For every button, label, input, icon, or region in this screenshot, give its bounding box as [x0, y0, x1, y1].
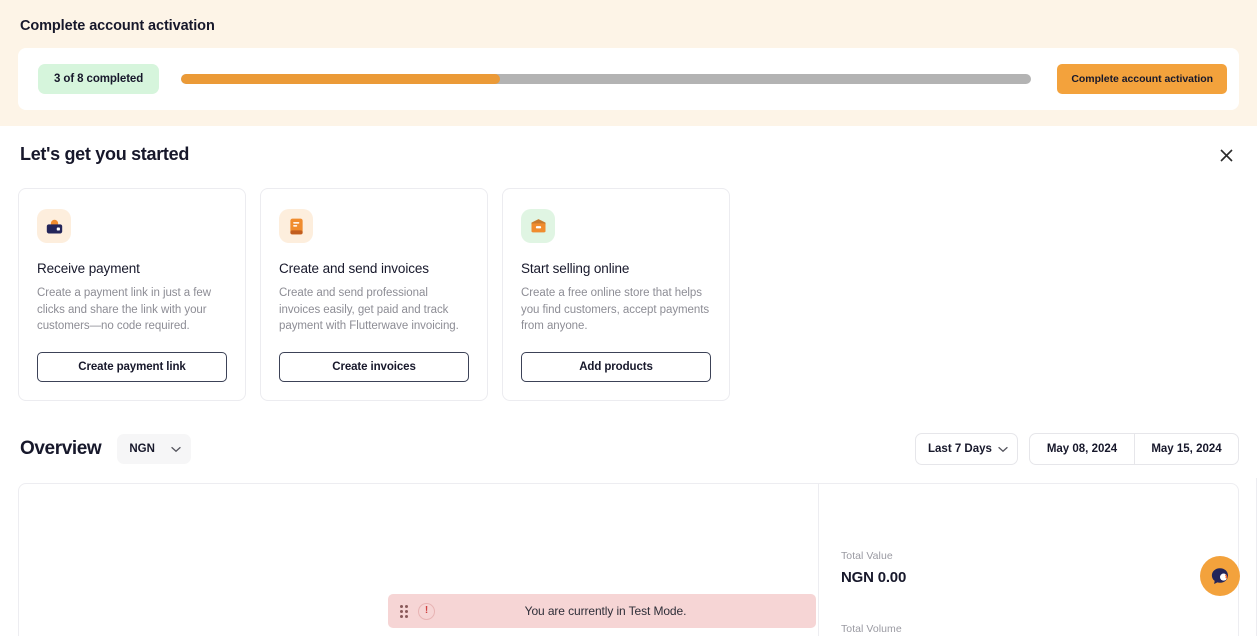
chevron-down-icon — [171, 440, 181, 458]
invoice-document-icon — [279, 209, 313, 243]
date-range-inputs: May 08, 2024 May 15, 2024 — [1029, 433, 1239, 465]
add-products-button[interactable]: Add products — [521, 352, 711, 382]
get-started-header: Let's get you started — [18, 144, 1239, 166]
activation-progress-fill — [181, 74, 500, 84]
end-date-field[interactable]: May 15, 2024 — [1134, 434, 1238, 464]
card-description: Create a free online store that helps yo… — [521, 287, 710, 332]
activation-progress-bar — [181, 74, 1032, 84]
card-receive-payment[interactable]: Receive payment Create a payment link in… — [18, 188, 246, 401]
stat-total-volume: Total Volume — [841, 623, 1238, 635]
date-range-select[interactable]: Last 7 Days — [915, 433, 1018, 465]
overview-header: Overview NGN Last 7 Days May 08, 2024 Ma… — [0, 433, 1257, 465]
package-box-icon — [521, 209, 555, 243]
card-title: Receive payment — [37, 261, 140, 276]
overview-stats: Total Value NGN 0.00 Total Volume — [818, 484, 1238, 636]
complete-account-activation-button[interactable]: Complete account activation — [1057, 64, 1227, 94]
test-mode-toast[interactable]: ! You are currently in Test Mode. — [388, 594, 816, 628]
get-started-section: Let's get you started Receive payment Cr… — [0, 126, 1257, 401]
stat-total-value: Total Value NGN 0.00 — [841, 550, 1238, 586]
activation-progress-card: 3 of 8 completed Complete account activa… — [18, 48, 1239, 110]
currency-select-label: NGN — [129, 443, 155, 455]
card-create-invoices[interactable]: Create and send invoices Create and send… — [260, 188, 488, 401]
stat-label: Total Value — [841, 550, 893, 562]
chat-bubble-icon[interactable] — [1200, 556, 1240, 596]
stat-value: NGN 0.00 — [841, 569, 907, 586]
drag-handle-icon[interactable] — [400, 604, 408, 618]
card-description: Create a payment link in just a few clic… — [37, 287, 212, 332]
overview-filters: Last 7 Days May 08, 2024 May 15, 2024 — [915, 433, 1239, 465]
card-start-selling-online[interactable]: Start selling online Create a free onlin… — [502, 188, 730, 401]
start-date-field[interactable]: May 08, 2024 — [1030, 434, 1134, 464]
card-title: Start selling online — [521, 261, 630, 276]
warning-circle-icon: ! — [418, 602, 435, 620]
test-mode-message: You are currently in Test Mode. — [524, 604, 687, 618]
close-icon[interactable] — [1215, 144, 1237, 166]
card-description: Create and send professional invoices ea… — [279, 287, 459, 332]
date-range-label: Last 7 Days — [928, 443, 992, 455]
currency-select[interactable]: NGN — [117, 434, 192, 464]
get-started-title: Let's get you started — [20, 144, 190, 164]
create-invoices-button[interactable]: Create invoices — [279, 352, 469, 382]
stat-label: Total Volume — [841, 623, 902, 635]
overview-title: Overview — [20, 438, 102, 459]
card-title: Create and send invoices — [279, 261, 429, 276]
activation-banner: Complete account activation 3 of 8 compl… — [0, 0, 1257, 126]
completed-steps-badge: 3 of 8 completed — [38, 64, 160, 94]
create-payment-link-button[interactable]: Create payment link — [37, 352, 227, 382]
chevron-down-icon — [998, 440, 1008, 458]
activation-title: Complete account activation — [20, 18, 215, 34]
get-started-cards: Receive payment Create a payment link in… — [18, 188, 1239, 401]
wallet-icon — [37, 209, 71, 243]
